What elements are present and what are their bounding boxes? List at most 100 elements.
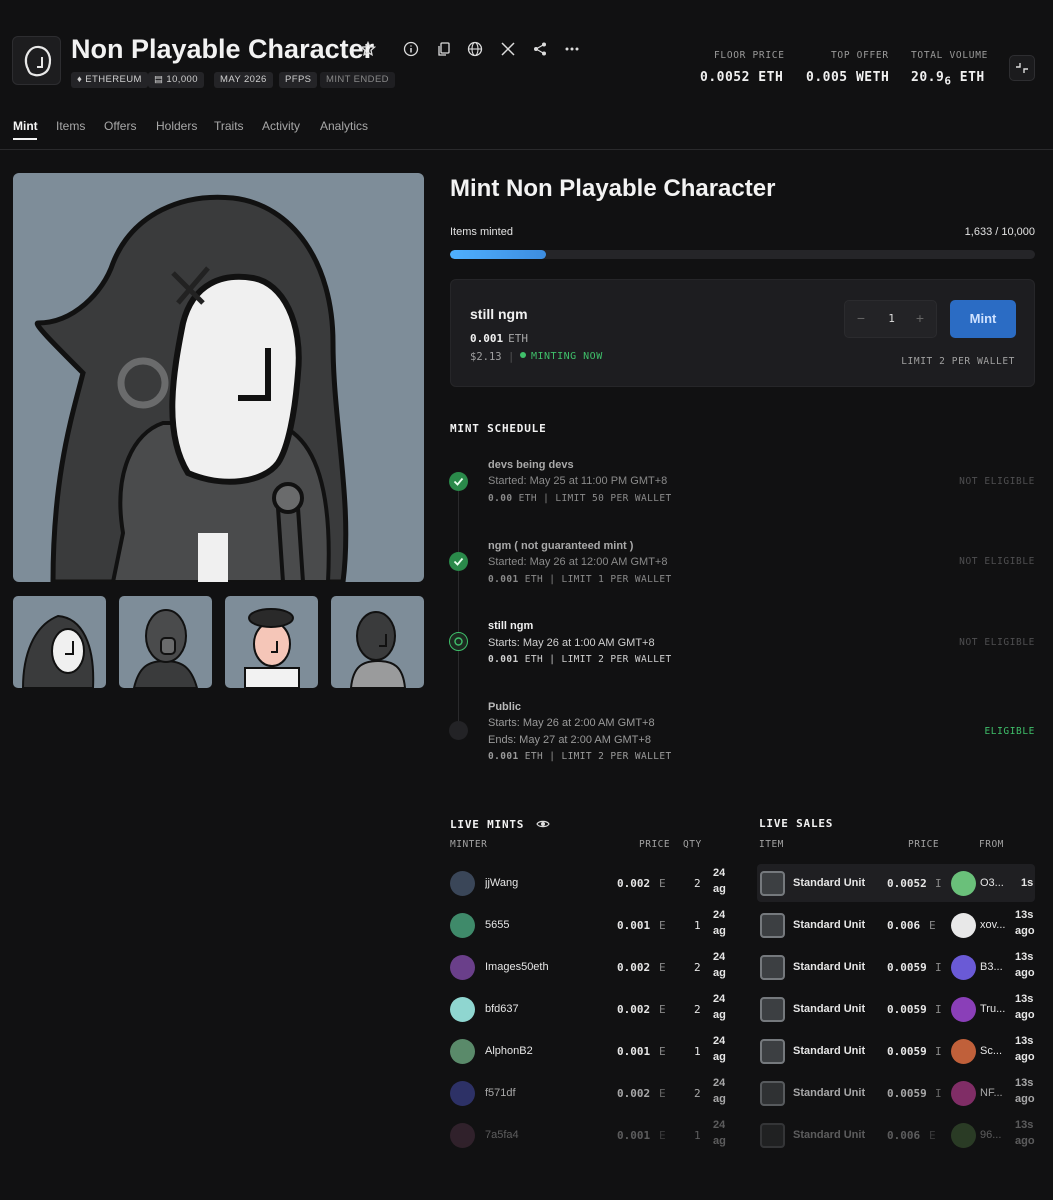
- hero-image[interactable]: [13, 173, 424, 582]
- sale-price: 0.0059: [887, 1003, 927, 1016]
- mint-price: 0.001: [617, 1045, 651, 1058]
- info-icon[interactable]: [403, 41, 421, 59]
- share-icon[interactable]: [532, 41, 550, 59]
- tab-activity[interactable]: Activity: [262, 119, 300, 133]
- sale-price: 0.006: [887, 1129, 921, 1142]
- table-row[interactable]: jjWang 0.002 E 2 24 ag: [450, 864, 740, 902]
- mint-time-suffix: ag: [713, 1093, 726, 1105]
- mint-time: 24: [713, 867, 726, 879]
- table-row[interactable]: Standard Unit 0.0059 I Sc... 13s ago: [757, 1032, 1035, 1070]
- sale-time-suffix: ago: [1015, 1051, 1035, 1063]
- sale-time: 13s: [1015, 1035, 1034, 1047]
- sale-item-name[interactable]: Standard Unit: [793, 1003, 865, 1015]
- collapse-button[interactable]: [1009, 55, 1035, 81]
- star-icon[interactable]: [359, 40, 378, 59]
- sale-item-name[interactable]: Standard Unit: [793, 919, 865, 931]
- mint-progress-fill: [450, 250, 546, 259]
- globe-icon[interactable]: [467, 41, 485, 59]
- seller-name[interactable]: NF...: [980, 1087, 1007, 1099]
- sale-currency: I: [935, 1003, 942, 1016]
- thumbnail-1[interactable]: [13, 596, 106, 688]
- table-row[interactable]: 5655 0.001 E 1 24 ag: [450, 906, 740, 944]
- tab-analytics[interactable]: Analytics: [320, 119, 368, 133]
- table-row[interactable]: AlphonB2 0.001 E 1 24 ag: [450, 1032, 740, 1070]
- mint-button[interactable]: Mint: [950, 300, 1016, 338]
- decrement-button[interactable]: −: [852, 310, 870, 326]
- tab-holders[interactable]: Holders: [156, 119, 197, 133]
- phase-meta: 0.001 ETH | LIMIT 2 PER WALLET: [488, 654, 672, 665]
- sale-time-suffix: ago: [1015, 1009, 1035, 1021]
- minter-name[interactable]: 7a5fa4: [485, 1129, 519, 1141]
- sale-item-name[interactable]: Standard Unit: [793, 877, 865, 889]
- sale-price: 0.0059: [887, 961, 927, 974]
- minter-name[interactable]: AlphonB2: [485, 1045, 533, 1057]
- minter-name[interactable]: f571df: [485, 1087, 516, 1099]
- table-row[interactable]: Standard Unit 0.0059 I NF... 13s ago: [757, 1074, 1035, 1112]
- floor-price-label: FLOOR PRICE: [714, 50, 785, 61]
- mint-price: 0.002: [617, 961, 651, 974]
- tab-traits[interactable]: Traits: [214, 119, 244, 133]
- eye-icon[interactable]: [535, 817, 550, 831]
- sale-item-name[interactable]: Standard Unit: [793, 1045, 865, 1057]
- table-row[interactable]: bfd637 0.002 E 2 24 ag: [450, 990, 740, 1028]
- sale-item-name[interactable]: Standard Unit: [793, 1087, 865, 1099]
- seller-name[interactable]: Sc...: [980, 1045, 1007, 1057]
- quantity-stepper: − 1 +: [844, 300, 937, 338]
- table-row[interactable]: Standard Unit 0.006 E 96... 13s ago: [757, 1116, 1035, 1154]
- seller-avatar: [951, 871, 976, 896]
- mint-price: 0.001: [617, 919, 651, 932]
- sale-item-name[interactable]: Standard Unit: [793, 961, 865, 973]
- table-row[interactable]: Standard Unit 0.0059 I Tru... 13s ago: [757, 990, 1035, 1028]
- chip-mint-status: MINT ENDED: [320, 72, 395, 88]
- table-row[interactable]: 7a5fa4 0.001 E 1 24 ag: [450, 1116, 740, 1154]
- tab-offers[interactable]: Offers: [104, 119, 136, 133]
- tab-items[interactable]: Items: [56, 119, 85, 133]
- minter-name[interactable]: jjWang: [485, 877, 518, 889]
- minter-name[interactable]: 5655: [485, 919, 509, 931]
- stage-price: 0.001 ETH: [470, 332, 528, 345]
- seller-name[interactable]: Tru...: [980, 1003, 1007, 1015]
- seller-name[interactable]: 96...: [980, 1129, 1007, 1141]
- mint-time: 24: [713, 1035, 726, 1047]
- table-row[interactable]: Standard Unit 0.0059 I B3... 13s ago: [757, 948, 1035, 986]
- mint-time-suffix: ag: [713, 1051, 726, 1063]
- minter-avatar: [450, 1039, 475, 1064]
- tab-mint[interactable]: Mint: [13, 119, 38, 133]
- col-header-item: ITEM: [759, 839, 784, 850]
- sale-price: 0.0052: [887, 877, 927, 890]
- sale-time-suffix: ago: [1015, 967, 1035, 979]
- total-volume-value: 20.96 ETH: [911, 70, 985, 88]
- phase-time: Starts: May 26 at 2:00 AM GMT+8: [488, 717, 655, 729]
- sale-item-name[interactable]: Standard Unit: [793, 1129, 865, 1141]
- items-minted-label: Items minted: [450, 226, 513, 238]
- minter-name[interactable]: bfd637: [485, 1003, 519, 1015]
- mint-qty: 1: [694, 1045, 701, 1058]
- sale-currency: E: [929, 919, 936, 932]
- copy-icon[interactable]: [436, 41, 454, 59]
- quantity-value[interactable]: 1: [881, 312, 902, 325]
- phase-meta: 0.001 ETH | LIMIT 1 PER WALLET: [488, 574, 672, 585]
- minter-name[interactable]: Images50eth: [485, 961, 549, 973]
- thumbnail-2[interactable]: [119, 596, 212, 688]
- sale-currency: I: [935, 877, 942, 890]
- sale-price: 0.006: [887, 919, 921, 932]
- live-sales-title: LIVE SALES: [759, 817, 834, 830]
- more-icon[interactable]: [564, 41, 582, 59]
- seller-name[interactable]: xov...: [980, 919, 1007, 931]
- table-row[interactable]: Images50eth 0.002 E 2 24 ag: [450, 948, 740, 986]
- collection-title: Non Playable Character: [71, 34, 375, 64]
- col-header-minter: MINTER: [450, 839, 488, 850]
- table-row[interactable]: Standard Unit 0.0052 I O3... 1s: [757, 864, 1035, 902]
- thumbnail-4[interactable]: [331, 596, 424, 688]
- mint-progress-bar: [450, 250, 1035, 259]
- table-row[interactable]: f571df 0.002 E 2 24 ag: [450, 1074, 740, 1112]
- increment-button[interactable]: +: [911, 310, 929, 326]
- layers-icon: ▤: [154, 74, 167, 85]
- table-row[interactable]: Standard Unit 0.006 Exov... 13s ago: [757, 906, 1035, 944]
- phase-eligibility: NOT ELIGIBLE: [959, 476, 1035, 487]
- seller-name[interactable]: B3...: [980, 961, 1007, 973]
- thumbnail-3[interactable]: [225, 596, 318, 688]
- x-twitter-icon[interactable]: [500, 41, 518, 59]
- active-stage-card: still ngm 0.001 ETH $2.13 | MINTING NOW −…: [450, 279, 1035, 387]
- seller-name[interactable]: O3...: [980, 877, 1007, 889]
